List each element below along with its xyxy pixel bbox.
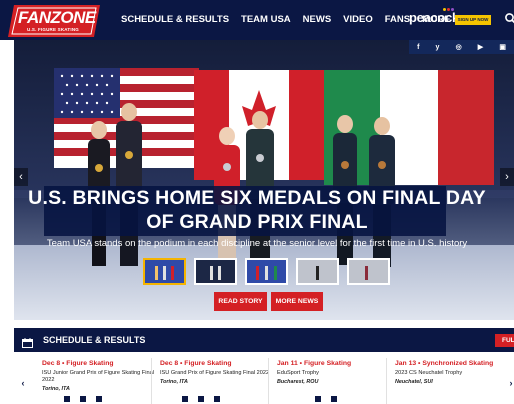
image-icon[interactable]: ▣ — [499, 43, 506, 51]
carousel-thumb-5[interactable] — [347, 258, 390, 285]
event-name: EduSport Trophy — [277, 370, 319, 376]
video-icon[interactable] — [198, 396, 204, 402]
event-links — [64, 396, 102, 402]
peacock-logo[interactable]: peacock — [409, 10, 459, 25]
video-icon[interactable] — [80, 396, 86, 402]
twitter-icon[interactable]: y — [436, 44, 440, 51]
results-icon[interactable] — [64, 396, 70, 402]
logo-text: FANZONE — [18, 8, 96, 27]
event-date: Jan 13 • Synchronized Skating — [395, 360, 494, 367]
carousel-thumb-1[interactable] — [143, 258, 186, 285]
results-icon[interactable] — [315, 396, 321, 402]
video-icon[interactable] — [331, 396, 337, 402]
hero-headline[interactable]: U.S. BRINGS HOME SIX MEDALS ON FINAL DAY… — [14, 186, 500, 234]
schedule-title: SCHEDULE & RESULTS — [43, 335, 146, 345]
event-location: Bucharest, ROU — [277, 379, 319, 385]
event-links — [182, 396, 220, 402]
nav-video[interactable]: VIDEO — [343, 14, 373, 25]
youtube-icon[interactable]: ▶ — [478, 43, 483, 51]
carousel-thumb-4[interactable] — [296, 258, 339, 285]
event-name: 2023 CS Neuchatel Trophy — [395, 370, 463, 376]
schedule-header: SCHEDULE & RESULTS FULL — [14, 328, 514, 352]
carousel-prev-arrow[interactable]: ‹ — [14, 168, 28, 186]
carousel-thumb-3[interactable] — [245, 258, 288, 285]
event-location: Torino, ITA — [42, 386, 70, 392]
hero-subhead: Team USA stands on the podium in each di… — [46, 238, 468, 249]
facebook-icon[interactable]: f — [417, 44, 419, 51]
divider — [268, 358, 269, 404]
full-schedule-button[interactable]: FULL — [495, 334, 514, 347]
event-date: Dec 8 • Figure Skating — [42, 360, 114, 367]
nav-news[interactable]: NEWS — [303, 14, 332, 25]
event-date: Dec 8 • Figure Skating — [160, 360, 232, 367]
event-date: Jan 11 • Figure Skating — [277, 360, 352, 367]
event-location: Torino, ITA — [160, 379, 188, 385]
nav-schedule-results[interactable]: SCHEDULE & RESULTS — [121, 14, 229, 25]
calendar-icon — [22, 335, 33, 348]
main-menu: SCHEDULE & RESULTS TEAM USA NEWS VIDEO F… — [121, 14, 451, 25]
read-story-button[interactable]: READ STORY — [214, 292, 267, 311]
event-location: Neuchatel, SUI — [395, 379, 433, 385]
results-icon[interactable] — [182, 396, 188, 402]
social-links-bar: f y ◎ ▶ ▣ — [409, 40, 514, 54]
search-icon[interactable] — [504, 12, 514, 26]
peacock-dots-icon — [443, 8, 454, 11]
event-links — [315, 396, 337, 402]
carousel-next-arrow[interactable]: › — [500, 168, 514, 186]
info-icon[interactable] — [214, 396, 220, 402]
fanzone-logo[interactable]: FANZONE U.S. FIGURE SKATING — [8, 5, 100, 37]
peacock-signup-button[interactable]: SIGN UP NOW — [455, 15, 491, 25]
schedule-prev-arrow[interactable]: ‹ — [16, 376, 30, 390]
schedule-event[interactable]: Dec 8 • Figure Skating ISU Junior Grand … — [42, 360, 154, 392]
schedule-event[interactable]: Jan 13 • Synchronized Skating 2023 CS Ne… — [395, 360, 507, 385]
schedule-event[interactable]: Jan 11 • Figure Skating EduSport Trophy … — [277, 360, 389, 385]
divider — [386, 358, 387, 404]
instagram-icon[interactable]: ◎ — [456, 43, 462, 51]
top-navigation: FANZONE U.S. FIGURE SKATING SCHEDULE & R… — [0, 0, 514, 40]
divider — [151, 358, 152, 404]
event-name: ISU Grand Prix of Figure Skating Final 2… — [160, 370, 270, 376]
nav-fans[interactable]: FANS — [385, 14, 410, 25]
event-name: ISU Junior Grand Prix of Figure Skating … — [42, 370, 154, 383]
schedule-event[interactable]: Dec 8 • Figure Skating ISU Grand Prix of… — [160, 360, 272, 385]
nav-team-usa[interactable]: TEAM USA — [241, 14, 291, 25]
logo-subtitle: U.S. FIGURE SKATING — [27, 27, 79, 32]
carousel-thumb-2[interactable] — [194, 258, 237, 285]
info-icon[interactable] — [96, 396, 102, 402]
more-news-button[interactable]: MORE NEWS — [271, 292, 323, 311]
carousel-thumbnails — [143, 258, 390, 285]
